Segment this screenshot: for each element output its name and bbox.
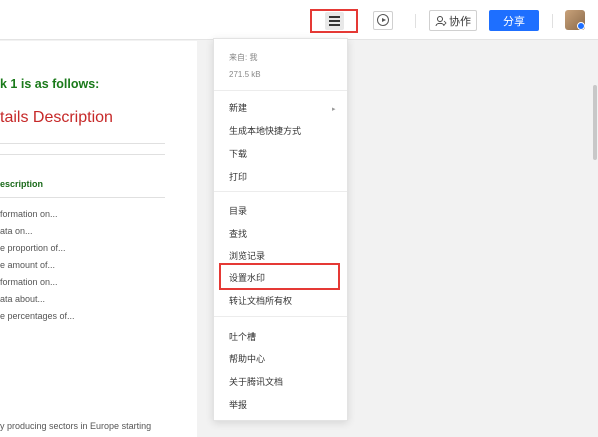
collaborate-button[interactable]: 协作 — [429, 10, 477, 31]
collaborate-label: 协作 — [449, 15, 471, 28]
doc-divider — [0, 197, 165, 198]
top-toolbar: 协作 分享 — [0, 0, 598, 40]
menu-divider — [214, 90, 347, 91]
menu-item-find[interactable]: 查找 — [229, 227, 247, 240]
menu-item-help-center[interactable]: 帮助中心 — [229, 352, 265, 365]
toolbar-divider — [552, 14, 553, 28]
menu-divider — [214, 316, 347, 317]
doc-file-size: 271.5 kB — [229, 70, 261, 79]
doc-section-heading: escription — [0, 179, 44, 189]
menu-item-outline[interactable]: 目录 — [229, 204, 247, 217]
scrollbar[interactable] — [593, 85, 597, 160]
menu-item-history[interactable]: 浏览记录 — [229, 249, 265, 262]
doc-subtitle: tails Description — [0, 109, 113, 126]
doc-line: ata about... — [0, 294, 46, 304]
doc-line: y producing sectors in Europe starting — [0, 421, 152, 431]
doc-line: formation on... — [0, 277, 58, 287]
menu-button[interactable] — [310, 9, 358, 33]
user-icon — [435, 15, 447, 26]
menu-icon — [325, 12, 344, 30]
status-dot — [577, 22, 585, 30]
chevron-right-icon: ▸ — [332, 106, 336, 113]
menu-item-transfer-ownership[interactable]: 转让文档所有权 — [229, 294, 292, 307]
menu-item-new[interactable]: 新建 — [229, 101, 247, 114]
doc-heading: k 1 is as follows: — [0, 77, 100, 91]
doc-line: formation on... — [0, 209, 58, 219]
toolbar-divider — [415, 14, 416, 28]
menu-item-download[interactable]: 下载 — [229, 147, 247, 160]
doc-divider — [0, 143, 165, 144]
menu-item-report[interactable]: 举报 — [229, 398, 247, 411]
menu-item-about[interactable]: 关于腾讯文档 — [229, 375, 283, 388]
menu-item-watermark[interactable]: 设置水印 — [229, 271, 265, 284]
doc-line: e percentages of... — [0, 311, 75, 321]
doc-divider — [0, 154, 165, 155]
doc-line: e amount of... — [0, 260, 56, 270]
document-page[interactable]: k 1 is as follows: tails Description esc… — [0, 41, 197, 437]
menu-item-print[interactable]: 打印 — [229, 170, 247, 183]
doc-source: 来自: 我 — [229, 53, 258, 62]
avatar[interactable] — [565, 10, 585, 30]
menu-item-create-shortcut[interactable]: 生成本地快捷方式 — [229, 124, 301, 137]
present-button[interactable] — [373, 11, 393, 30]
share-button[interactable]: 分享 — [489, 10, 539, 31]
doc-line: e proportion of... — [0, 243, 66, 253]
doc-line: ata on... — [0, 226, 33, 236]
more-menu: 来自: 我 271.5 kB 新建 ▸ 生成本地快捷方式 下载 打印 目录 查找… — [213, 38, 348, 421]
menu-item-feedback[interactable]: 吐个槽 — [229, 330, 256, 343]
play-icon — [377, 14, 389, 26]
menu-divider — [214, 191, 347, 192]
